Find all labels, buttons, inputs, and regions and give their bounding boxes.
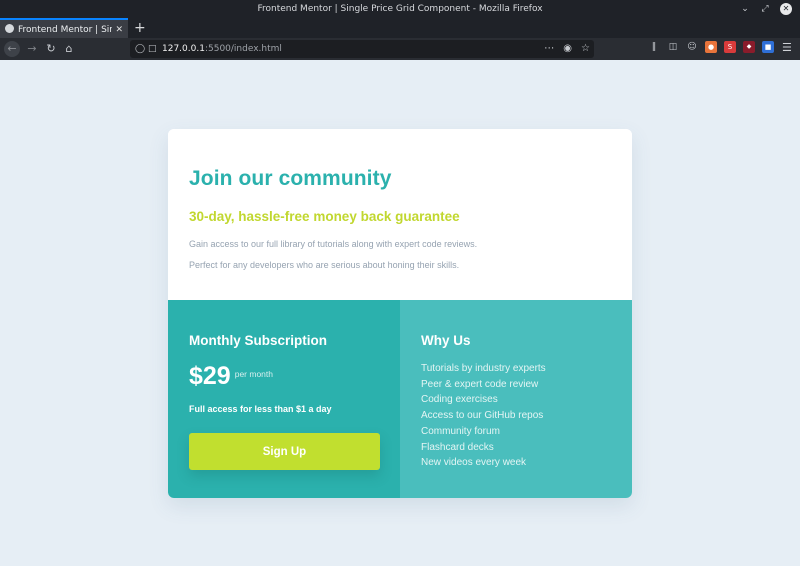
card-description-2: Perfect for any developers who are serio… [189, 260, 460, 270]
ublock-icon[interactable]: ◆ [743, 41, 755, 53]
tab-frontend-mentor[interactable]: Frontend Mentor | Sing ✕ [0, 18, 128, 38]
window-close-icon[interactable]: ✕ [780, 3, 792, 15]
list-item: Peer & expert code review [421, 378, 539, 390]
back-arrow-icon[interactable]: ← [4, 41, 20, 57]
price-note: Full access for less than $1 a day [189, 404, 332, 414]
navigation-toolbar: ← → ↻ ⌂ ◯ □ 127.0.0.1:5500/index.html ⋯ … [0, 38, 800, 60]
list-item: Community forum [421, 425, 500, 437]
new-tab-button[interactable]: + [134, 18, 146, 38]
card-title: Join our community [189, 167, 392, 190]
hamburger-menu-icon[interactable]: ☰ [782, 41, 792, 54]
url-path: :5500/index.html [204, 44, 282, 54]
forward-arrow-icon[interactable]: → [24, 41, 40, 57]
account-icon[interactable]: ☺ [686, 41, 698, 53]
window-controls: ⌄ ⤢ ✕ [740, 0, 792, 18]
globe-icon [5, 24, 14, 33]
sidebar-icon[interactable]: ◫ [667, 41, 679, 53]
list-item: New videos every week [421, 457, 527, 469]
price-amount: $29 [189, 362, 231, 390]
more-horizontal-icon[interactable]: ⋯ [544, 40, 554, 58]
why-us-list: Tutorials by industry experts Peer & exp… [421, 361, 546, 471]
url-host: 127.0.0.1 [162, 44, 205, 54]
card-top-section: Join our community 30-day, hassle-free m… [168, 129, 632, 300]
list-item: Flashcard decks [421, 441, 494, 453]
list-item: Coding exercises [421, 394, 498, 406]
tab-title: Frontend Mentor | Sing [18, 25, 112, 35]
toolbar-right: ‖ ◫ ☺ ● S ◆ ■ [648, 41, 774, 53]
card-description-1: Gain access to our full library of tutor… [189, 239, 478, 249]
bitwarden-icon[interactable]: ■ [762, 41, 774, 53]
reload-icon[interactable]: ↻ [43, 41, 59, 57]
list-item: Access to our GitHub repos [421, 410, 544, 422]
card-subtitle: 30-day, hassle-free money back guarantee [189, 209, 460, 224]
pocket-icon[interactable]: ◉ [563, 40, 572, 58]
maximize-icon[interactable]: ⤢ [760, 0, 770, 18]
tracking-shield-icon[interactable]: ◯ [135, 40, 145, 58]
duckduckgo-icon[interactable]: ● [705, 41, 717, 53]
tab-strip: Frontend Mentor | Sing ✕ + [0, 18, 800, 38]
why-us-section: Why Us Tutorials by industry experts Pee… [400, 300, 632, 498]
url-actions: ⋯ ◉ ☆ [544, 40, 590, 58]
page-viewport: Join our community 30-day, hassle-free m… [0, 60, 800, 566]
minimize-icon[interactable]: ⌄ [740, 0, 750, 18]
library-icon[interactable]: ‖ [648, 41, 660, 53]
star-icon[interactable]: ☆ [581, 40, 590, 58]
home-icon[interactable]: ⌂ [61, 41, 77, 57]
tab-close-icon[interactable]: ✕ [115, 20, 123, 38]
page-info-icon[interactable]: □ [148, 40, 157, 58]
price-unit: per month [234, 369, 273, 379]
subscription-heading: Monthly Subscription [189, 333, 327, 348]
extension-s-icon[interactable]: S [724, 41, 736, 53]
why-us-heading: Why Us [421, 333, 471, 348]
sign-up-button[interactable]: Sign Up [189, 433, 380, 470]
price-row: $29 per month [189, 362, 273, 391]
pricing-card: Join our community 30-day, hassle-free m… [168, 129, 632, 498]
subscription-section: Monthly Subscription $29 per month Full a… [168, 300, 400, 498]
url-bar[interactable]: ◯ □ 127.0.0.1:5500/index.html ⋯ ◉ ☆ [130, 40, 594, 58]
window-title: Frontend Mentor | Single Price Grid Comp… [257, 4, 543, 14]
window-titlebar: Frontend Mentor | Single Price Grid Comp… [0, 0, 800, 18]
list-item: Tutorials by industry experts [421, 363, 546, 374]
